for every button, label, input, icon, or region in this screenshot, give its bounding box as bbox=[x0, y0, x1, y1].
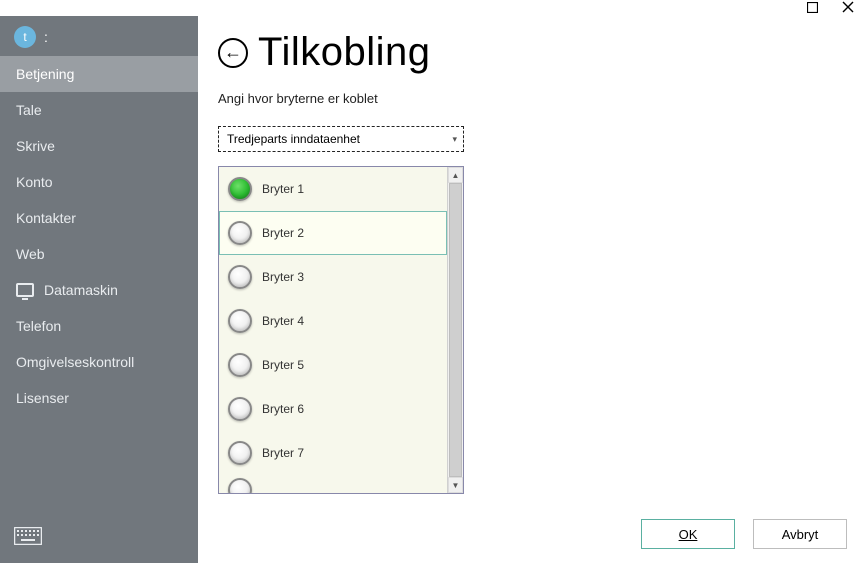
switch-label: Bryter 4 bbox=[262, 314, 304, 328]
switch-item-2[interactable]: Bryter 2 bbox=[219, 211, 447, 255]
keyboard-icon[interactable] bbox=[14, 527, 42, 545]
ok-button[interactable]: OK bbox=[641, 519, 735, 549]
sidebar: t : Betjening Tale Skrive Konto Kontakte… bbox=[0, 16, 198, 563]
main: ← Tilkobling Angi hvor bryterne er koble… bbox=[198, 16, 867, 563]
sidebar-item-telefon[interactable]: Telefon bbox=[0, 308, 198, 344]
switch-label: Bryter 7 bbox=[262, 446, 304, 460]
chevron-down-icon: ▾ bbox=[452, 134, 457, 145]
switch-label: Bryter 1 bbox=[262, 182, 304, 196]
heading-row: ← Tilkobling bbox=[218, 30, 847, 75]
sidebar-item-label: Telefon bbox=[16, 318, 61, 334]
back-button[interactable]: ← bbox=[218, 38, 248, 68]
switch-item-3[interactable]: Bryter 3 bbox=[219, 255, 447, 299]
sidebar-item-tale[interactable]: Tale bbox=[0, 92, 198, 128]
input-device-dropdown[interactable]: Tredjeparts inndataenhet ▾ bbox=[218, 126, 464, 152]
switch-item-6[interactable]: Bryter 6 bbox=[219, 387, 447, 431]
sidebar-item-label: Lisenser bbox=[16, 390, 69, 406]
maximize-icon[interactable] bbox=[805, 0, 819, 14]
sidebar-item-label: Konto bbox=[16, 174, 53, 190]
sidebar-item-omgivelseskontroll[interactable]: Omgivelseskontroll bbox=[0, 344, 198, 380]
sidebar-item-konto[interactable]: Konto bbox=[0, 164, 198, 200]
switch-icon bbox=[228, 309, 252, 333]
switch-icon bbox=[228, 478, 252, 493]
dropdown-selected: Tredjeparts inndataenhet bbox=[227, 132, 360, 146]
switch-item-more[interactable] bbox=[219, 475, 447, 493]
switch-listbox: Bryter 1 Bryter 2 Bryter 3 Bryter 4 bbox=[218, 166, 464, 494]
switch-label: Bryter 2 bbox=[262, 226, 304, 240]
dialog-footer: OK Avbryt bbox=[641, 519, 847, 549]
sidebar-item-label: Web bbox=[16, 246, 45, 262]
switch-icon bbox=[228, 397, 252, 421]
user-row[interactable]: t : bbox=[0, 16, 198, 56]
switch-label: Bryter 6 bbox=[262, 402, 304, 416]
page-title: Tilkobling bbox=[258, 30, 430, 75]
sidebar-item-label: Datamaskin bbox=[44, 282, 118, 298]
list-viewport: Bryter 1 Bryter 2 Bryter 3 Bryter 4 bbox=[219, 167, 447, 493]
sidebar-item-label: Betjening bbox=[16, 66, 74, 82]
scroll-down-icon[interactable]: ▼ bbox=[448, 477, 463, 493]
button-label: OK bbox=[679, 527, 698, 542]
switch-item-5[interactable]: Bryter 5 bbox=[219, 343, 447, 387]
arrow-left-icon: ← bbox=[224, 42, 242, 63]
scroll-thumb[interactable] bbox=[449, 183, 462, 477]
switch-item-1[interactable]: Bryter 1 bbox=[219, 167, 447, 211]
button-label: Avbryt bbox=[782, 527, 819, 542]
switch-item-4[interactable]: Bryter 4 bbox=[219, 299, 447, 343]
page-subtitle: Angi hvor bryterne er koblet bbox=[218, 91, 847, 106]
cancel-button[interactable]: Avbryt bbox=[753, 519, 847, 549]
sidebar-item-skrive[interactable]: Skrive bbox=[0, 128, 198, 164]
sidebar-item-betjening[interactable]: Betjening bbox=[0, 56, 198, 92]
user-menu-icon: : bbox=[44, 29, 48, 45]
sidebar-item-lisenser[interactable]: Lisenser bbox=[0, 380, 198, 416]
switch-icon bbox=[228, 221, 252, 245]
scroll-track[interactable] bbox=[448, 183, 463, 477]
sidebar-item-label: Skrive bbox=[16, 138, 55, 154]
sidebar-item-datamaskin[interactable]: Datamaskin bbox=[0, 272, 198, 308]
sidebar-item-label: Tale bbox=[16, 102, 42, 118]
switch-icon bbox=[228, 177, 252, 201]
switch-label: Bryter 3 bbox=[262, 270, 304, 284]
scrollbar[interactable]: ▲ ▼ bbox=[447, 167, 463, 493]
sidebar-item-label: Omgivelseskontroll bbox=[16, 354, 134, 370]
close-icon[interactable] bbox=[841, 0, 855, 14]
monitor-icon bbox=[16, 283, 34, 297]
switch-item-7[interactable]: Bryter 7 bbox=[219, 431, 447, 475]
sidebar-item-web[interactable]: Web bbox=[0, 236, 198, 272]
scroll-up-icon[interactable]: ▲ bbox=[448, 167, 463, 183]
switch-label: Bryter 5 bbox=[262, 358, 304, 372]
avatar: t bbox=[14, 26, 36, 48]
sidebar-item-kontakter[interactable]: Kontakter bbox=[0, 200, 198, 236]
titlebar bbox=[0, 0, 867, 16]
sidebar-item-label: Kontakter bbox=[16, 210, 76, 226]
switch-icon bbox=[228, 441, 252, 465]
switch-icon bbox=[228, 353, 252, 377]
switch-icon bbox=[228, 265, 252, 289]
nav: Betjening Tale Skrive Konto Kontakter We… bbox=[0, 56, 198, 416]
